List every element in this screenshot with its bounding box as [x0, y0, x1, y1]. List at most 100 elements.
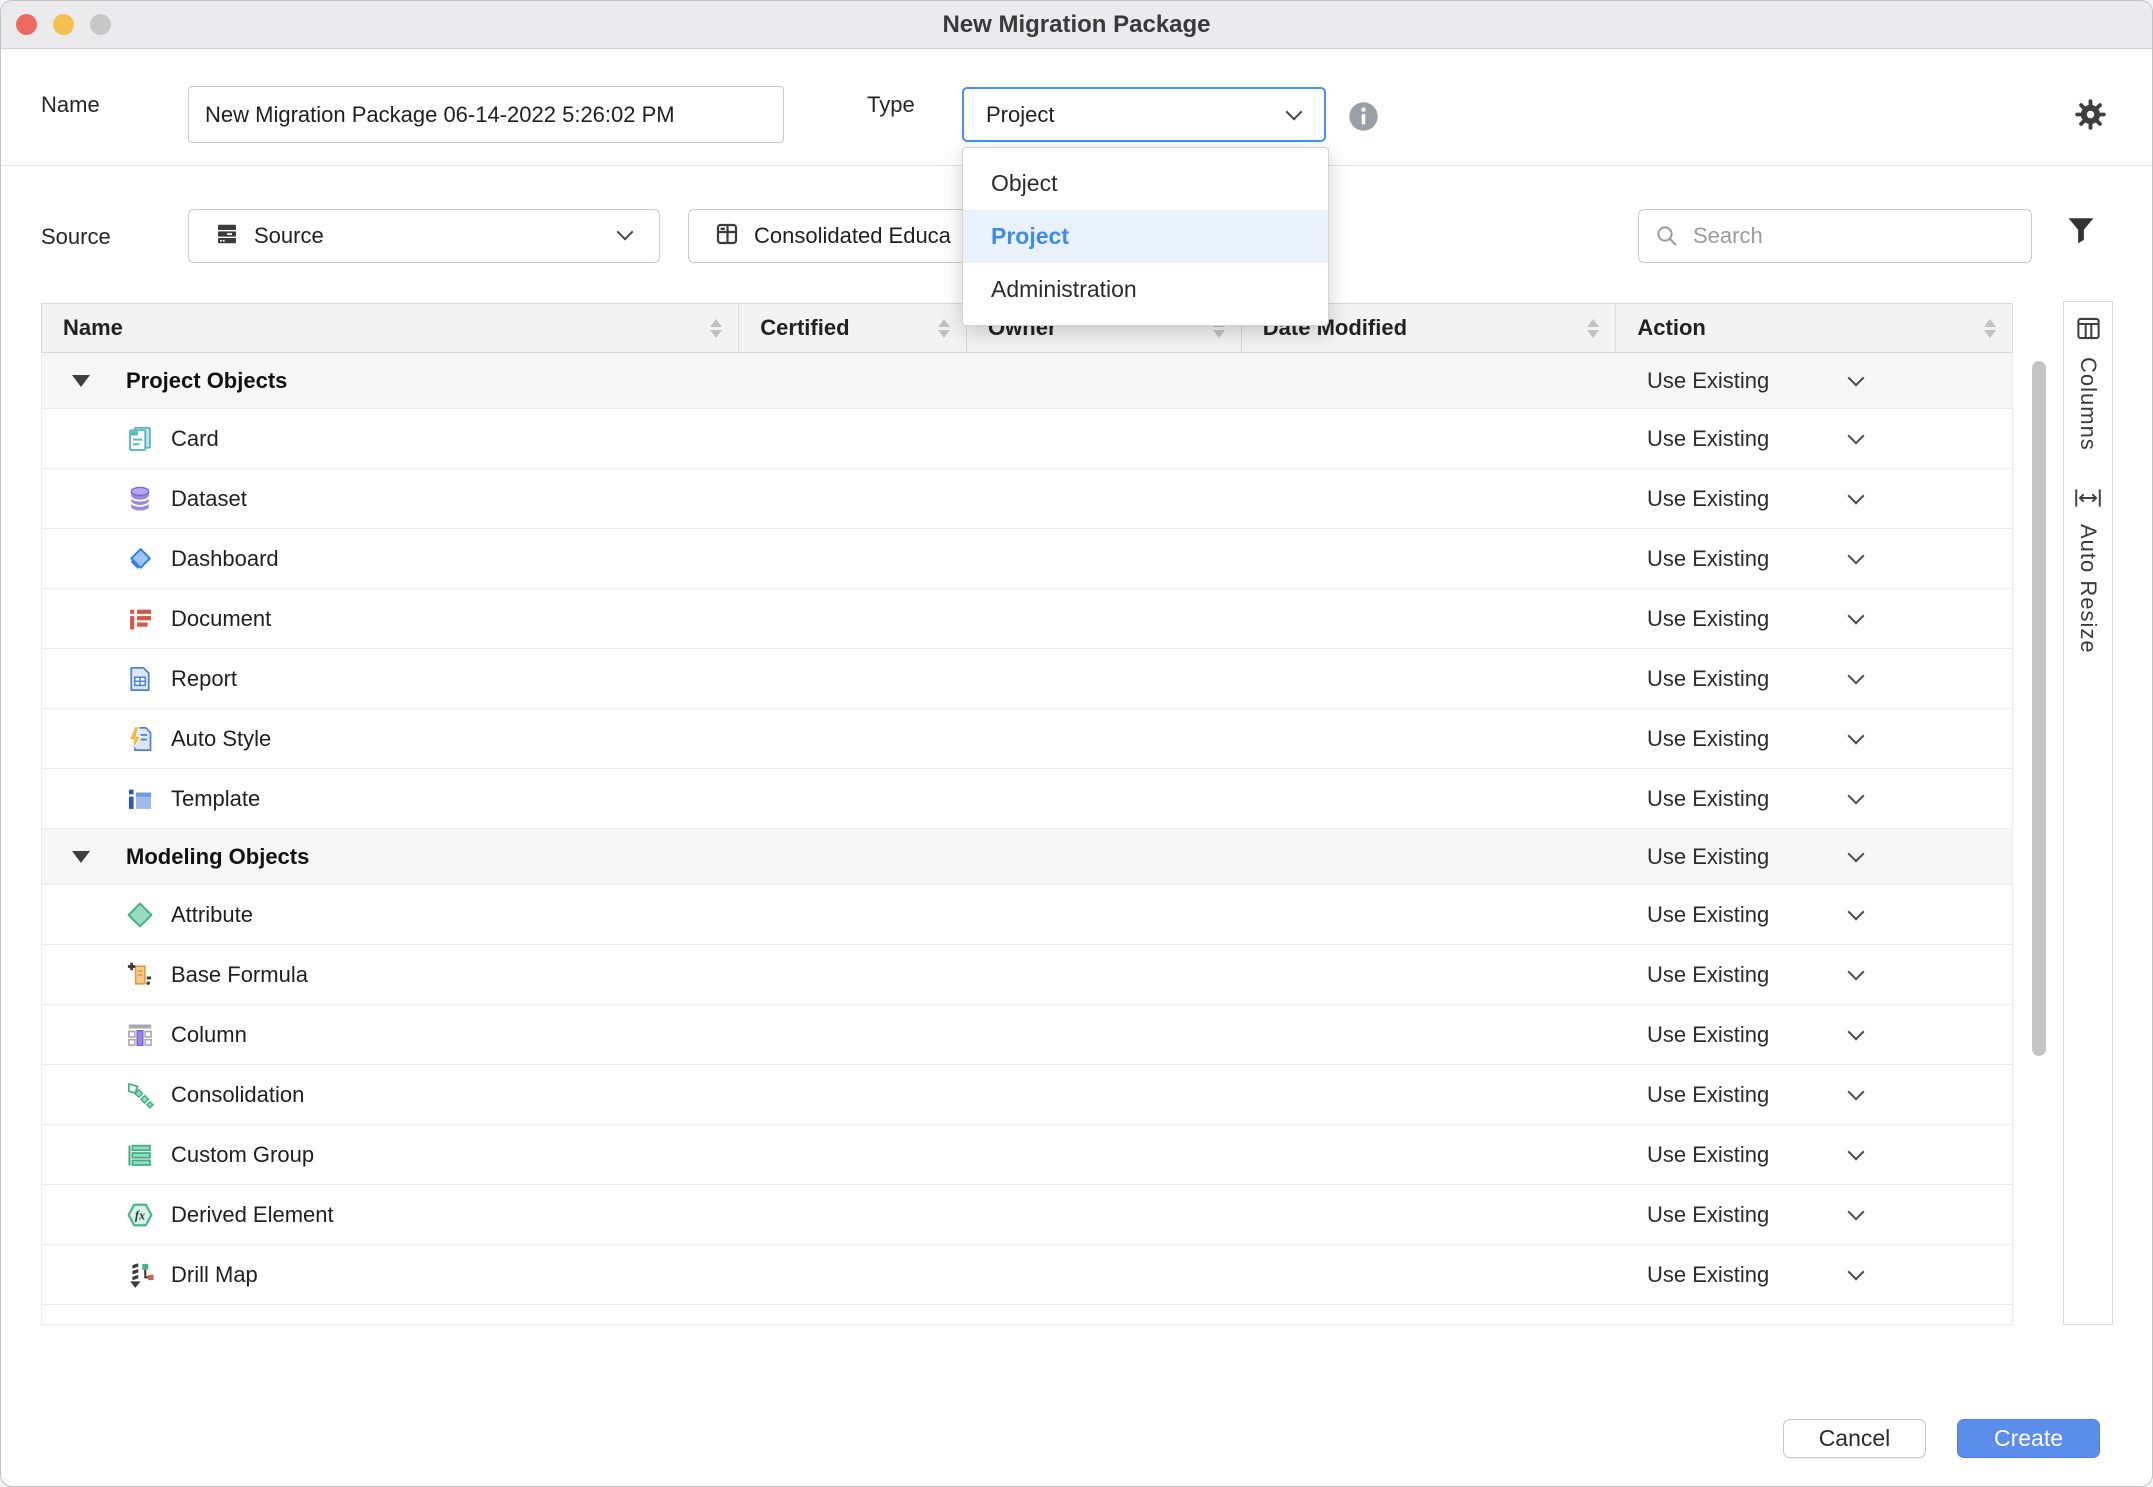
row-action-select[interactable]: Use Existing	[1647, 844, 1862, 870]
table-row[interactable]: Report Use Existing	[42, 649, 2012, 709]
menu-item-object[interactable]: Object	[963, 157, 1328, 210]
search-icon	[1655, 224, 1679, 248]
row-action-select[interactable]: Use Existing	[1647, 902, 1862, 928]
table-row[interactable]: Auto Style Use Existing	[42, 709, 2012, 769]
chevron-down-icon	[1848, 1024, 1865, 1041]
base-formula-icon	[126, 961, 154, 989]
chevron-down-icon	[1848, 548, 1865, 565]
column-header-action[interactable]: Action	[1615, 304, 2012, 352]
columns-panel-tab[interactable]: Columns	[2075, 315, 2102, 451]
table-row[interactable]: Attribute Use Existing	[42, 885, 2012, 945]
column-icon	[126, 1021, 154, 1049]
chevron-down-icon	[1848, 964, 1865, 981]
object-table: Name Certified Owner Date Modified Actio…	[41, 303, 2013, 1325]
document-icon	[126, 605, 154, 633]
title-bar: New Migration Package	[1, 1, 2152, 49]
table-row[interactable]: Card Use Existing	[42, 409, 2012, 469]
table-row-group[interactable]: Project Objects Use Existing	[42, 353, 2012, 409]
table-row[interactable]: Column Use Existing	[42, 1005, 2012, 1065]
table-row[interactable]: Template Use Existing	[42, 769, 2012, 829]
table-row[interactable]: Dashboard Use Existing	[42, 529, 2012, 589]
table-row[interactable]: Base Formula Use Existing	[42, 945, 2012, 1005]
row-action-select[interactable]: Use Existing	[1647, 546, 1862, 572]
row-action-select[interactable]: Use Existing	[1647, 426, 1862, 452]
cancel-button[interactable]: Cancel	[1783, 1419, 1926, 1458]
chevron-down-icon	[1848, 1144, 1865, 1161]
table-row[interactable]: fx Derived Element Use Existing	[42, 1185, 2012, 1245]
chevron-down-icon	[1848, 788, 1865, 805]
auto-resize-tab-label: Auto Resize	[2075, 524, 2101, 654]
attribute-icon	[126, 901, 154, 929]
table-row-group[interactable]: Modeling Objects Use Existing	[42, 829, 2012, 885]
group-label: Project Objects	[126, 368, 287, 394]
dashboard-icon	[126, 545, 154, 573]
info-icon[interactable]	[1348, 101, 1379, 137]
type-select[interactable]: Project	[962, 87, 1326, 142]
table-row[interactable]: Consolidation Use Existing	[42, 1065, 2012, 1125]
chevron-down-icon	[1286, 104, 1303, 121]
gear-icon[interactable]	[2074, 98, 2107, 136]
custom-group-icon	[126, 1141, 154, 1169]
collapse-group-icon[interactable]	[72, 851, 90, 863]
row-action-select[interactable]: Use Existing	[1647, 1202, 1862, 1228]
chevron-down-icon	[1848, 608, 1865, 625]
row-action-select[interactable]: Use Existing	[1647, 1082, 1862, 1108]
card-icon	[126, 425, 154, 453]
row-action-select[interactable]: Use Existing	[1647, 786, 1862, 812]
name-label: Name	[41, 92, 100, 118]
table-row[interactable]: Dataset Use Existing	[42, 469, 2012, 529]
chevron-down-icon	[617, 224, 634, 241]
row-action-select[interactable]: Use Existing	[1647, 1022, 1862, 1048]
sort-icon	[1984, 319, 1996, 338]
filter-icon[interactable]	[2065, 215, 2097, 254]
row-action-select[interactable]: Use Existing	[1647, 962, 1862, 988]
source-label: Source	[41, 224, 111, 250]
menu-item-administration[interactable]: Administration	[963, 263, 1328, 316]
consolidation-icon	[126, 1081, 154, 1109]
drill-map-icon	[126, 1261, 154, 1289]
chevron-down-icon	[1848, 668, 1865, 685]
row-action-select[interactable]: Use Existing	[1647, 486, 1862, 512]
environment-select[interactable]: Source	[188, 209, 660, 263]
table-row[interactable]: Document Use Existing	[42, 589, 2012, 649]
search-input[interactable]	[1691, 222, 2031, 250]
table-row[interactable]: Drill Map Use Existing	[42, 1245, 2012, 1305]
derived-element-icon: fx	[126, 1201, 154, 1229]
chevron-down-icon	[1848, 728, 1865, 745]
menu-item-project[interactable]: Project	[963, 210, 1328, 263]
columns-icon	[2075, 315, 2102, 347]
group-label: Modeling Objects	[126, 844, 309, 870]
window-title: New Migration Package	[1, 1, 2152, 49]
search-box	[1638, 209, 2032, 263]
row-action-select[interactable]: Use Existing	[1647, 1262, 1862, 1288]
auto-resize-tab[interactable]: Auto Resize	[2073, 487, 2103, 654]
project-grid-icon	[715, 222, 739, 251]
chevron-down-icon	[1848, 1264, 1865, 1281]
auto-style-icon	[126, 725, 154, 753]
auto-resize-icon	[2073, 487, 2103, 514]
type-select-value: Project	[986, 102, 1054, 128]
name-input[interactable]	[188, 86, 784, 143]
environment-select-value: Source	[254, 223, 324, 249]
vertical-scrollbar-thumb[interactable]	[2032, 361, 2046, 1056]
create-button[interactable]: Create	[1957, 1419, 2100, 1458]
row-action-select[interactable]: Use Existing	[1647, 606, 1862, 632]
chevron-down-icon	[1848, 488, 1865, 505]
chevron-down-icon	[1848, 370, 1865, 387]
dataset-icon	[126, 485, 154, 513]
svg-text:fx: fx	[135, 1208, 145, 1222]
chevron-down-icon	[1848, 904, 1865, 921]
row-action-select[interactable]: Use Existing	[1647, 1142, 1862, 1168]
row-action-select[interactable]: Use Existing	[1647, 666, 1862, 692]
column-header-certified[interactable]: Certified	[738, 304, 966, 352]
table-row[interactable]: Custom Group Use Existing	[42, 1125, 2012, 1185]
chevron-down-icon	[1848, 428, 1865, 445]
server-stack-icon	[215, 222, 239, 251]
collapse-group-icon[interactable]	[72, 375, 90, 387]
chevron-down-icon	[1848, 1084, 1865, 1101]
project-select-value: Consolidated Educa	[754, 223, 951, 249]
columns-tab-label: Columns	[2075, 357, 2101, 451]
row-action-select[interactable]: Use Existing	[1647, 726, 1862, 752]
column-header-name[interactable]: Name	[42, 304, 738, 352]
row-action-select[interactable]: Use Existing	[1647, 368, 1862, 394]
